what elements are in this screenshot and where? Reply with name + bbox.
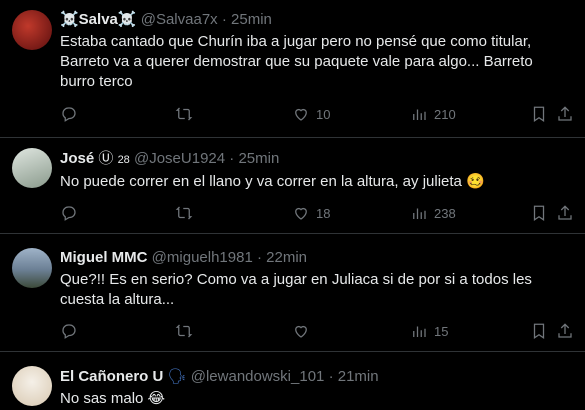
badge-number: 28 bbox=[117, 154, 130, 166]
view-count: 15 bbox=[434, 323, 449, 339]
separator: · bbox=[229, 150, 235, 167]
reply-icon bbox=[62, 107, 76, 122]
tweet-text: No sas malo 😂 bbox=[60, 390, 166, 407]
views-button[interactable]: 210 bbox=[410, 105, 456, 123]
views-icon bbox=[413, 326, 426, 337]
reply-button[interactable] bbox=[60, 105, 78, 123]
tweet-header: José Ⓤ 28 @JoseU1924 · 25min bbox=[60, 148, 571, 170]
views-button[interactable]: 238 bbox=[410, 204, 456, 222]
tweet-actions: 10 210 bbox=[60, 105, 572, 125]
tweet-text: Estaba cantado que Churín iba a jugar pe… bbox=[60, 33, 533, 90]
retweet-icon bbox=[175, 107, 193, 121]
reply-button[interactable] bbox=[60, 322, 78, 340]
tweet-actions: 18 238 bbox=[60, 204, 572, 224]
display-name[interactable]: José bbox=[60, 150, 94, 167]
bookmark-icon bbox=[533, 205, 545, 221]
tweet[interactable]: ☠️Salva☠️ @Salvaa7x · 25min Estaba canta… bbox=[0, 0, 585, 138]
reply-icon bbox=[62, 206, 76, 221]
tweet-feed: ☠️Salva☠️ @Salvaa7x · 25min Estaba canta… bbox=[0, 0, 585, 410]
user-handle[interactable]: @JoseU1924 bbox=[134, 150, 225, 167]
reply-button[interactable] bbox=[60, 204, 78, 222]
view-count: 238 bbox=[434, 205, 456, 221]
reply-icon bbox=[62, 324, 76, 339]
tweet[interactable]: José Ⓤ 28 @JoseU1924 · 25min No puede co… bbox=[0, 138, 585, 234]
speaking-head-icon: 🗣 bbox=[167, 367, 187, 385]
avatar[interactable] bbox=[12, 366, 52, 406]
views-button[interactable]: 15 bbox=[410, 322, 448, 340]
tweet-actions: 15 bbox=[60, 322, 572, 342]
retweet-button[interactable] bbox=[175, 322, 193, 340]
like-button[interactable] bbox=[292, 322, 310, 340]
avatar[interactable] bbox=[12, 10, 52, 50]
tweet-header: Miguel MMC @miguelh1981 · 22min bbox=[60, 248, 571, 268]
bookmark-button[interactable] bbox=[530, 105, 548, 123]
avatar[interactable] bbox=[12, 248, 52, 288]
user-handle[interactable]: @Salvaa7x bbox=[141, 11, 218, 28]
separator: · bbox=[256, 249, 262, 266]
club-logo-icon: Ⓤ bbox=[98, 149, 114, 167]
display-name[interactable]: ☠️Salva☠️ bbox=[60, 11, 137, 28]
view-count: 210 bbox=[434, 106, 456, 122]
share-button[interactable] bbox=[556, 105, 574, 123]
timestamp[interactable]: 21min bbox=[338, 368, 379, 385]
like-count: 10 bbox=[316, 106, 331, 122]
user-handle[interactable]: @miguelh1981 bbox=[152, 249, 253, 266]
avatar[interactable] bbox=[12, 148, 52, 188]
user-handle[interactable]: @lewandowski_101 bbox=[191, 368, 325, 385]
share-icon bbox=[558, 106, 572, 121]
bookmark-icon bbox=[533, 106, 545, 122]
heart-icon bbox=[295, 325, 307, 338]
separator: · bbox=[221, 11, 227, 28]
views-icon bbox=[413, 208, 426, 219]
heart-icon bbox=[295, 207, 307, 220]
retweet-icon bbox=[175, 324, 193, 338]
timestamp[interactable]: 25min bbox=[238, 150, 279, 167]
retweet-button[interactable] bbox=[175, 204, 193, 222]
tweet-text: No puede correr en el llano y va correr … bbox=[60, 173, 485, 190]
separator: · bbox=[328, 368, 334, 385]
display-name[interactable]: Miguel MMC bbox=[60, 249, 148, 266]
like-button[interactable]: 10 bbox=[292, 105, 330, 123]
views-icon bbox=[413, 109, 426, 120]
retweet-icon bbox=[175, 206, 193, 220]
bookmark-button[interactable] bbox=[530, 322, 548, 340]
like-count: 18 bbox=[316, 205, 331, 221]
like-button[interactable]: 18 bbox=[292, 204, 330, 222]
timestamp[interactable]: 22min bbox=[266, 249, 307, 266]
heart-icon bbox=[295, 108, 307, 121]
bookmark-icon bbox=[533, 323, 545, 339]
timestamp[interactable]: 25min bbox=[231, 11, 272, 28]
share-button[interactable] bbox=[556, 322, 574, 340]
tweet[interactable]: Miguel MMC @miguelh1981 · 22min Que?!! E… bbox=[0, 234, 585, 352]
share-icon bbox=[558, 323, 572, 338]
retweet-button[interactable] bbox=[175, 105, 193, 123]
display-name[interactable]: El Cañonero U bbox=[60, 368, 163, 385]
tweet-header: ☠️Salva☠️ @Salvaa7x · 25min bbox=[60, 10, 571, 30]
tweet-header: El Cañonero U 🗣 @lewandowski_101 · 21min bbox=[60, 366, 571, 387]
share-icon bbox=[558, 205, 572, 220]
tweet[interactable]: El Cañonero U 🗣 @lewandowski_101 · 21min… bbox=[0, 352, 585, 410]
bookmark-button[interactable] bbox=[530, 204, 548, 222]
tweet-text: Que?!! Es en serio? Como va a jugar en J… bbox=[60, 271, 532, 308]
share-button[interactable] bbox=[556, 204, 574, 222]
